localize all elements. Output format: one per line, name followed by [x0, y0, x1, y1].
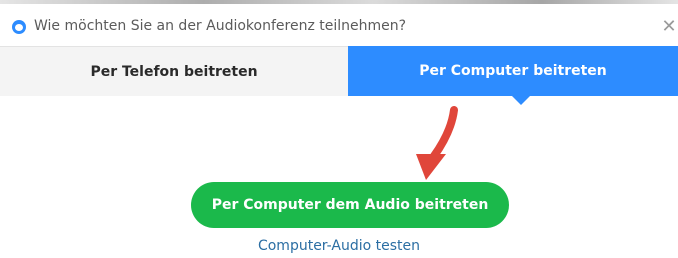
window-title: Wie möchten Sie an der Audiokonferenz te…: [34, 18, 407, 34]
test-computer-audio-link[interactable]: Computer-Audio testen: [0, 238, 678, 254]
tab-computer-label: Per Computer beitreten: [419, 63, 607, 79]
join-method-tabs: Per Telefon beitreten Per Computer beitr…: [0, 46, 678, 105]
tab-phone-label: Per Telefon beitreten: [90, 63, 258, 80]
join-computer-audio-button[interactable]: Per Computer dem Audio beitreten: [191, 182, 509, 228]
window-top-edge: [0, 0, 678, 4]
zoom-logo-icon: [12, 20, 26, 34]
title-bar: Wie möchten Sie an der Audiokonferenz te…: [0, 8, 678, 46]
audio-join-dialog: Wie möchten Sie an der Audiokonferenz te…: [0, 0, 678, 258]
tab-phone[interactable]: Per Telefon beitreten: [0, 46, 348, 96]
red-arrow-icon: [416, 106, 458, 180]
selected-tab-caret: [512, 96, 530, 105]
close-icon[interactable]: ✕: [660, 16, 678, 38]
tab-computer[interactable]: Per Computer beitreten: [348, 46, 678, 105]
